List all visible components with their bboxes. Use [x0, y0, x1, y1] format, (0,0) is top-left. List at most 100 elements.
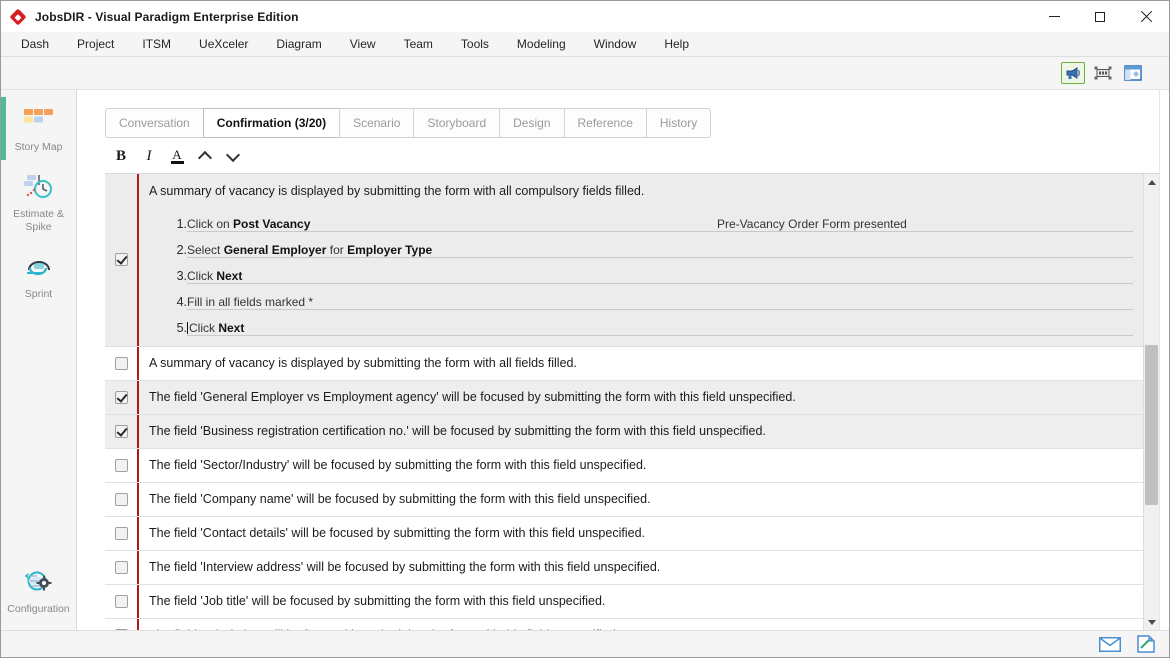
table-row[interactable]: The field 'Job duties' will be focused b…: [105, 619, 1143, 631]
step-action[interactable]: Fill in all fields marked *: [187, 283, 717, 309]
table-row[interactable]: A summary of vacancy is displayed by sub…: [105, 347, 1143, 381]
step-result[interactable]: [717, 309, 1133, 335]
step-action-bold2: Employer Type: [347, 243, 432, 257]
chevron-up-icon[interactable]: [193, 144, 217, 168]
red-diamond-logo-icon: [9, 8, 27, 26]
close-button[interactable]: [1123, 1, 1169, 32]
menu-item-window[interactable]: Window: [580, 34, 651, 54]
scroll-up-arrow-icon[interactable]: [1144, 174, 1160, 190]
tab-confirmation[interactable]: Confirmation (3/20): [203, 108, 339, 138]
row-checkbox[interactable]: [115, 629, 128, 631]
menu-item-tools[interactable]: Tools: [447, 34, 503, 54]
step-result[interactable]: [717, 283, 1133, 309]
row-checkbox[interactable]: [115, 527, 128, 540]
step-action[interactable]: Click Next: [187, 257, 717, 283]
row-label: The field 'Job title' will be focused by…: [139, 585, 1143, 618]
configuration-gear-icon: [21, 566, 57, 598]
menu-item-itsm[interactable]: ITSM: [128, 34, 185, 54]
sidebar-item-estimate-spike[interactable]: Estimate & Spike: [1, 162, 77, 242]
row-checkbox[interactable]: [115, 459, 128, 472]
tab-history[interactable]: History: [646, 108, 711, 138]
menu-item-uexceler[interactable]: UeXceler: [185, 34, 262, 54]
menu-item-dash[interactable]: Dash: [7, 34, 63, 54]
row-checkbox[interactable]: [115, 425, 128, 438]
title-bar: JobsDIR - Visual Paradigm Enterprise Edi…: [1, 1, 1169, 32]
row-label: The field 'Sector/Industry' will be focu…: [139, 449, 1143, 482]
step-row[interactable]: 4. Fill in all fields marked *: [149, 283, 1133, 309]
scroll-down-arrow-icon[interactable]: [1144, 614, 1160, 630]
minimize-button[interactable]: [1031, 1, 1077, 32]
body-area: Story Map Estimate & Spike: [1, 90, 1169, 630]
menu-item-help[interactable]: Help: [650, 34, 703, 54]
tab-scenario[interactable]: Scenario: [339, 108, 413, 138]
tab-conversation[interactable]: Conversation: [105, 108, 203, 138]
confirmation-list: A summary of vacancy is displayed by sub…: [105, 174, 1143, 630]
sidebar-item-label: Sprint: [25, 288, 52, 301]
row-checkbox[interactable]: [115, 595, 128, 608]
table-row[interactable]: A summary of vacancy is displayed by sub…: [105, 174, 1143, 347]
row-checkbox-cell: [105, 174, 137, 346]
filmstrip-icon-button[interactable]: [1091, 62, 1115, 84]
window-controls: [1031, 1, 1169, 32]
sidebar-item-configuration[interactable]: Configuration: [1, 557, 77, 624]
scrollbar-thumb[interactable]: [1145, 345, 1158, 505]
table-row[interactable]: The field 'Contact details' will be focu…: [105, 517, 1143, 551]
table-row[interactable]: The field 'Interview address' will be fo…: [105, 551, 1143, 585]
step-action[interactable]: Select General Employer for Employer Typ…: [187, 231, 717, 257]
step-action[interactable]: Click on Post Vacancy: [187, 205, 717, 231]
row-label: The field 'Job duties' will be focused b…: [139, 619, 1143, 631]
top-toolbar: [1, 57, 1169, 90]
tab-reference[interactable]: Reference: [564, 108, 646, 138]
row-checkbox[interactable]: [115, 253, 128, 266]
bold-icon[interactable]: B: [109, 144, 133, 168]
step-result[interactable]: [717, 231, 1133, 257]
scrollbar-track[interactable]: [1144, 190, 1160, 614]
step-action-bold: Next: [216, 269, 242, 283]
envelope-icon-button[interactable]: [1097, 634, 1123, 655]
text-color-letter: A: [172, 149, 181, 160]
table-row[interactable]: The field 'General Employer vs Employmen…: [105, 381, 1143, 415]
sidebar-item-label: Configuration: [7, 603, 69, 616]
menu-item-team[interactable]: Team: [390, 34, 447, 54]
step-row[interactable]: 3. Click Next: [149, 257, 1133, 283]
maximize-button[interactable]: [1077, 1, 1123, 32]
step-row[interactable]: 2. Select General Employer for Employer …: [149, 231, 1133, 257]
table-row[interactable]: The field 'Company name' will be focused…: [105, 483, 1143, 517]
format-toolbar: B I A: [105, 139, 1159, 173]
step-row[interactable]: 5. Click Next: [149, 309, 1133, 335]
menu-item-view[interactable]: View: [336, 34, 390, 54]
step-row[interactable]: 1. Click on Post Vacancy Pre-Vacancy Ord…: [149, 205, 1133, 231]
menu-item-modeling[interactable]: Modeling: [503, 34, 580, 54]
megaphone-icon-button[interactable]: [1061, 62, 1085, 84]
sidebar-item-story-map[interactable]: Story Map: [1, 95, 77, 162]
step-result[interactable]: Pre-Vacancy Order Form presented: [717, 205, 1133, 231]
row-label: The field 'Contact details' will be focu…: [139, 517, 1143, 550]
row-checkbox[interactable]: [115, 391, 128, 404]
table-row[interactable]: The field 'Business registration certifi…: [105, 415, 1143, 449]
sprint-icon: [21, 251, 57, 283]
italic-icon[interactable]: I: [137, 144, 161, 168]
panel-layout-icon-button[interactable]: [1121, 62, 1145, 84]
chevron-down-icon[interactable]: [221, 144, 245, 168]
text-color-icon[interactable]: A: [165, 144, 189, 168]
step-action-editing[interactable]: Click Next: [187, 309, 717, 335]
row-checkbox[interactable]: [115, 493, 128, 506]
table-row[interactable]: The field 'Job title' will be focused by…: [105, 585, 1143, 619]
step-result[interactable]: [717, 257, 1133, 283]
row-checkbox[interactable]: [115, 561, 128, 574]
confirmation-summary: A summary of vacancy is displayed by sub…: [149, 184, 1133, 198]
tab-storyboard[interactable]: Storyboard: [413, 108, 499, 138]
sidebar-item-sprint[interactable]: Sprint: [1, 242, 77, 309]
estimate-spike-icon: [21, 171, 57, 203]
menu-item-diagram[interactable]: Diagram: [262, 34, 335, 54]
vertical-scrollbar[interactable]: [1143, 174, 1159, 630]
row-checkbox-cell: [105, 381, 137, 414]
step-number: 2.: [149, 231, 187, 257]
tab-design[interactable]: Design: [499, 108, 563, 138]
row-checkbox[interactable]: [115, 357, 128, 370]
table-row[interactable]: The field 'Sector/Industry' will be focu…: [105, 449, 1143, 483]
menu-item-project[interactable]: Project: [63, 34, 128, 54]
step-number: 3.: [149, 257, 187, 283]
text-cursor: [187, 322, 188, 334]
note-edit-icon-button[interactable]: [1133, 634, 1159, 655]
